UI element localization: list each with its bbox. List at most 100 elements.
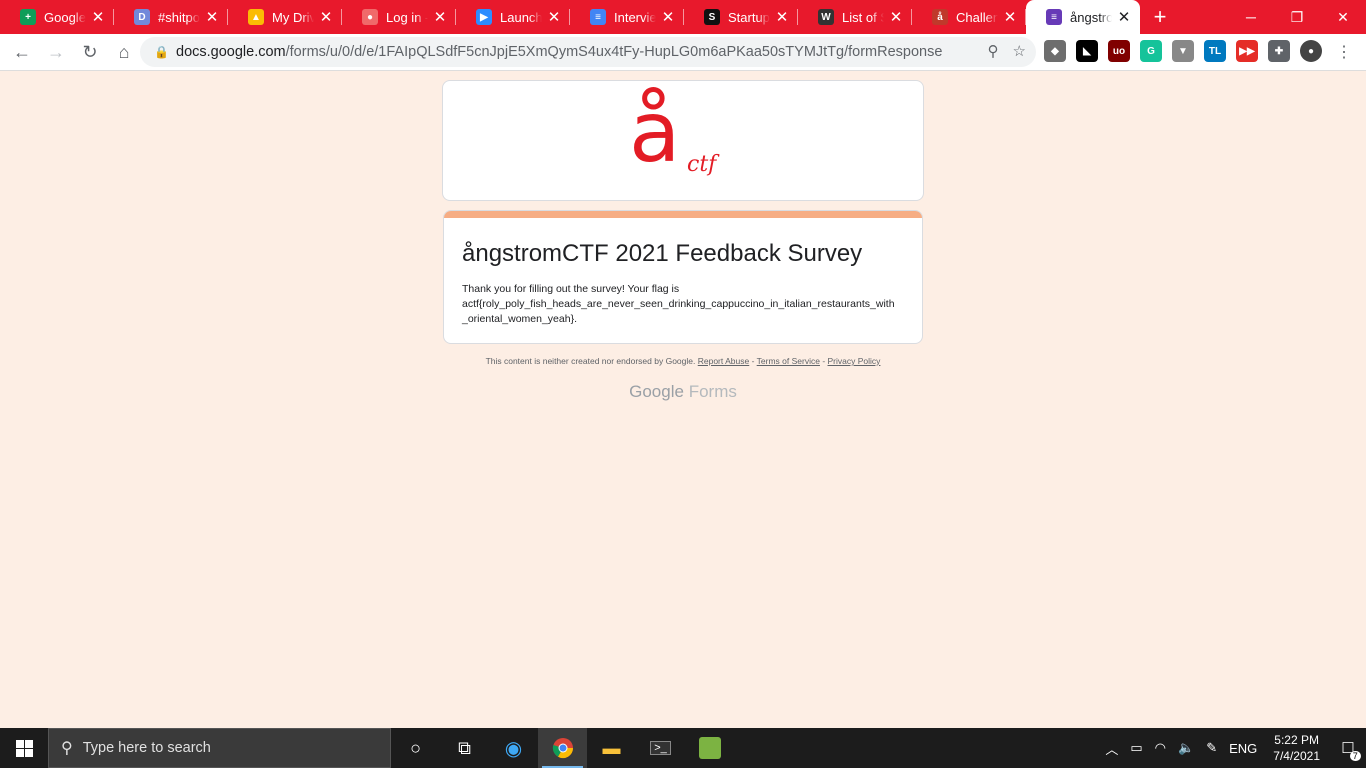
form-page: å ctf ångstromCTF 2021 Feedback Survey T… [0,71,1366,728]
browser-tab[interactable]: S Startup Fa✕ [684,0,798,34]
trello-icon[interactable]: TL [1204,40,1226,62]
tab-title: Startup Fa [728,9,770,25]
tab-title: Challenge [956,9,998,25]
forward-button[interactable]: → [40,36,72,68]
puzzle-icon[interactable]: ✚ [1268,40,1290,62]
browser-menu-icon[interactable]: ⋮ [1336,42,1352,62]
cortana-icon[interactable]: ○ [391,728,440,768]
notification-icon[interactable]: ☐ 7 [1330,728,1366,768]
tab-list: +Google Si✕D#shitpost✕▲My Drive✕●Log in … [0,0,1140,34]
tab-close-icon[interactable]: ✕ [546,8,562,26]
logo-a-ring: å [629,82,681,181]
lock-icon: 🔒 [154,45,169,59]
tab-favicon-icon: ▶ [476,9,492,25]
tab-favicon-icon: + [20,9,36,25]
google-forms-logo[interactable]: Google Forms [443,382,923,402]
tab-close-icon[interactable]: ✕ [888,8,904,26]
terms-link[interactable]: Terms of Service [757,356,820,366]
tab-favicon-icon: D [134,9,150,25]
tab-title: Launch M [500,9,542,25]
notification-count: 7 [1349,751,1361,761]
extensions-bar: ◆ ◣ uo G ▼ TL ▶▶ ✚ ● [1044,40,1322,62]
form-title: ångstromCTF 2021 Feedback Survey [462,240,863,267]
address-bar[interactable]: 🔒 docs.google.com/forms/u/0/d/e/1FAIpQLS… [140,37,1036,67]
confirmation-message: Thank you for filling out the survey! Yo… [462,282,904,327]
tab-close-icon[interactable]: ✕ [1116,8,1132,26]
separator: - [819,356,828,366]
tab-strip: +Google Si✕D#shitpost✕▲My Drive✕●Log in … [0,0,1366,34]
tab-title: My Drive [272,9,314,25]
browser-tab[interactable]: ▲ My Drive✕ [228,0,342,34]
browser-tab[interactable]: ≡ Interview✕ [570,0,684,34]
tab-close-icon[interactable]: ✕ [90,8,106,26]
message-line-1: Thank you for filling out the survey! Yo… [462,283,680,295]
clock[interactable]: 5:22 PM 7/4/2021 [1263,732,1330,764]
minimize-button[interactable]: ─ [1228,0,1274,34]
tab-close-icon[interactable]: ✕ [774,8,790,26]
close-window-button[interactable]: ✕ [1320,0,1366,34]
browser-tab[interactable]: W List of Sir✕ [798,0,912,34]
logo-ctf: ctf [687,151,717,177]
video-ext-icon[interactable]: ▶▶ [1236,40,1258,62]
edge-icon[interactable]: ◉ [489,728,538,768]
home-button[interactable]: ⌂ [108,36,140,68]
flag-line-2: _oriental_women_yeah}. [462,313,577,325]
form-header-image: å ctf [442,80,924,201]
clock-time: 5:22 PM [1274,733,1319,747]
zoom-search-icon[interactable]: ⚲ [988,42,999,60]
vue-ext-icon[interactable]: ▼ [1172,40,1194,62]
taskbar-search[interactable]: ⚲ Type here to search [48,728,391,768]
ublock-icon[interactable]: uo [1108,40,1130,62]
file-explorer-icon[interactable]: ▬ [587,728,636,768]
terminal-icon[interactable]: >_ [636,728,685,768]
language-indicator[interactable]: ENG [1223,741,1263,756]
tab-title: Google Si [44,9,86,25]
shield-ext-icon[interactable]: ◆ [1044,40,1066,62]
actf-logo: å ctf [623,86,743,196]
windows-taskbar: ⚲ Type here to search ○ ⧉ ◉ ▬ >_ ︿ ▭ ◠ 🔈… [0,728,1366,768]
report-abuse-link[interactable]: Report Abuse [698,356,750,366]
browser-tab[interactable]: å Challenge✕ [912,0,1026,34]
chrome-icon[interactable] [538,728,587,768]
url-path: /forms/u/0/d/e/1FAIpQLSdfF5cnJpjE5XmQymS… [285,44,943,60]
browser-tab[interactable]: ● Log in - A✕ [342,0,456,34]
window-controls: ─ ❐ ✕ [1228,0,1366,34]
chevron-up-icon[interactable]: ︿ [1099,739,1124,758]
browser-tab[interactable]: ▶ Launch M✕ [456,0,570,34]
app-icon[interactable] [685,728,734,768]
tab-favicon-icon: W [818,9,834,25]
url-host: docs.google.com [176,44,286,60]
task-view-icon[interactable]: ⧉ [440,728,489,768]
grammarly-icon[interactable]: G [1140,40,1162,62]
browser-tab[interactable]: + Google Si✕ [0,0,114,34]
tab-close-icon[interactable]: ✕ [204,8,220,26]
pen-icon[interactable]: ✎ [1200,740,1223,756]
browser-tab[interactable]: D #shitpost✕ [114,0,228,34]
tab-close-icon[interactable]: ✕ [318,8,334,26]
wifi-icon[interactable]: ◠ [1149,740,1172,756]
reload-button[interactable]: ↻ [74,36,106,68]
browser-tab[interactable]: ≡ ångstrom✕ [1026,0,1140,34]
volume-icon[interactable]: 🔈 [1172,740,1200,756]
start-button[interactable] [0,728,48,768]
tab-favicon-icon: å [932,9,948,25]
tab-favicon-icon: ▲ [248,9,264,25]
battery-icon[interactable]: ▭ [1124,740,1148,756]
windows-logo-icon [15,739,33,757]
form-accent-bar [444,211,922,218]
privacy-link[interactable]: Privacy Policy [828,356,881,366]
tab-title: Interview [614,9,656,25]
new-tab-button[interactable]: + [1140,0,1180,34]
tab-close-icon[interactable]: ✕ [660,8,676,26]
tab-title: List of Sir [842,9,884,25]
disclaimer-text: This content is neither created nor endo… [485,356,696,366]
mask-ext-icon[interactable]: ◣ [1076,40,1098,62]
tab-close-icon[interactable]: ✕ [432,8,448,26]
bookmark-star-icon[interactable]: ☆ [1013,42,1026,60]
tab-close-icon[interactable]: ✕ [1002,8,1018,26]
profile-avatar[interactable]: ● [1300,40,1322,62]
restore-button[interactable]: ❐ [1274,0,1320,34]
back-button[interactable]: ← [6,36,38,68]
google-wordmark: Google [629,382,684,401]
forms-wordmark: Forms [688,382,737,401]
